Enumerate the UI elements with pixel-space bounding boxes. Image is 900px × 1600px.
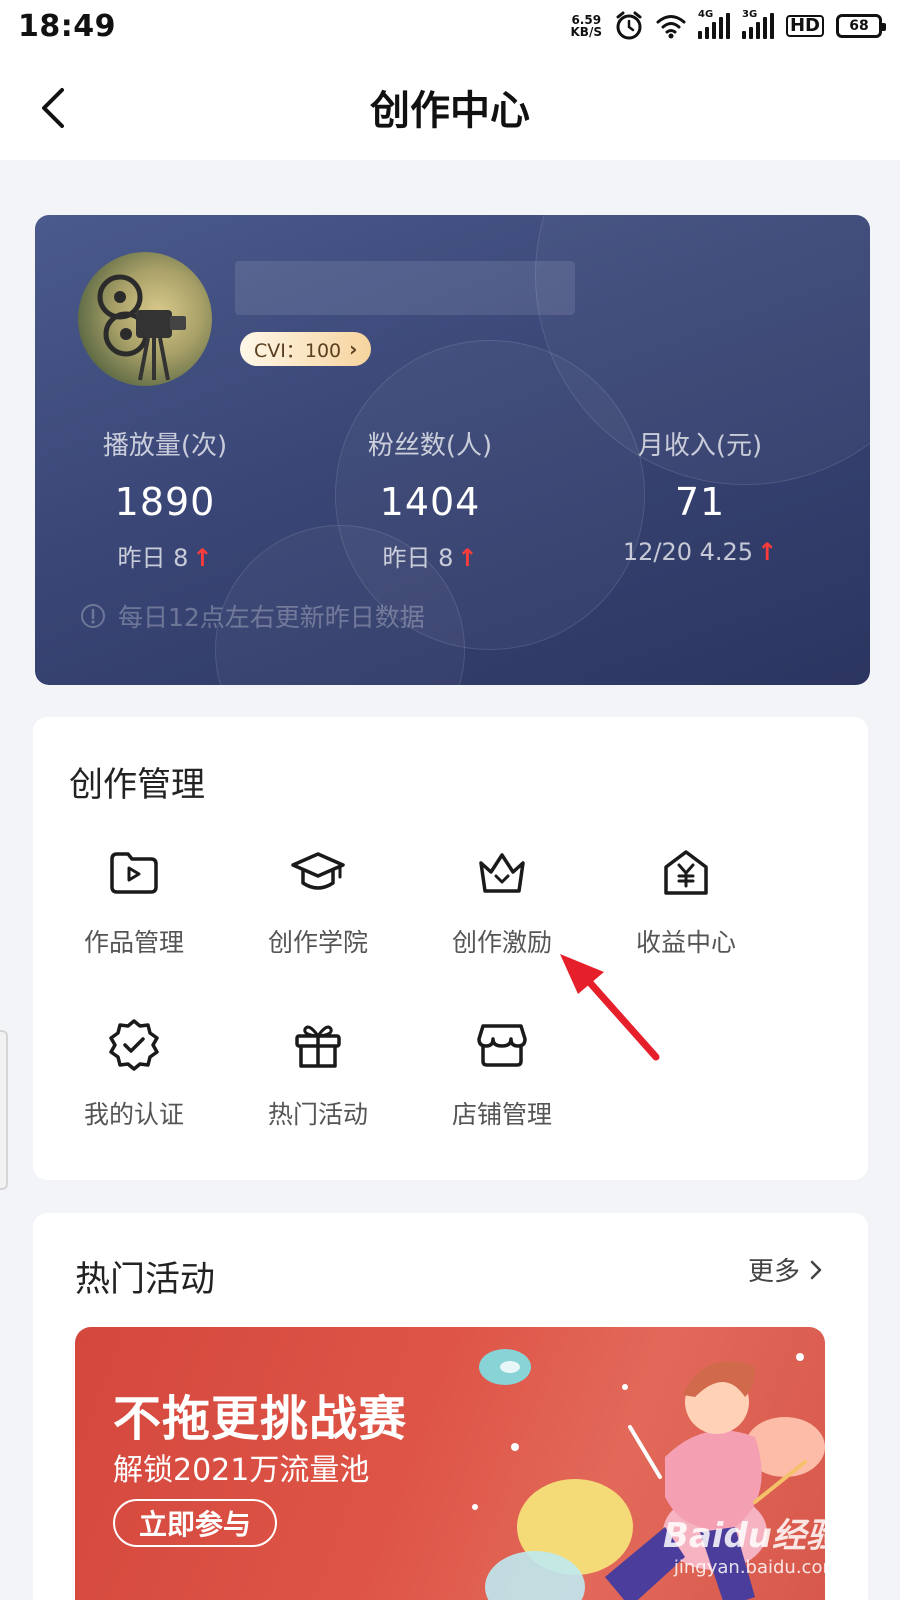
signal-3g-icon: 3G	[741, 9, 774, 39]
grid-item-label: 我的认证	[83, 1100, 184, 1129]
update-note-text: 每日12点左右更新昨日数据	[118, 603, 425, 632]
grid-item-hot-activities[interactable]: 热门活动	[223, 1017, 413, 1131]
battery-icon: 68	[836, 14, 886, 38]
stat-plays[interactable]: 播放量(次) 1890 昨日 8 ↑	[40, 425, 290, 573]
up-arrow-icon: ↑	[757, 538, 778, 566]
crown-icon	[479, 853, 525, 893]
video-folder-icon	[110, 852, 158, 894]
grid-item-creator-incentive[interactable]: 创作激励	[407, 845, 597, 959]
stat-label: 月收入(元)	[637, 431, 763, 461]
join-now-button[interactable]: 立即参与	[113, 1499, 278, 1547]
stat-value: 1890	[114, 480, 216, 524]
avatar[interactable]	[78, 252, 212, 386]
banner-subtitle: 解锁2021万流量池	[113, 1453, 370, 1488]
gift-icon	[295, 1025, 341, 1068]
grid-item-label: 创作学院	[267, 928, 368, 957]
signal-4g-tag: 4G	[697, 9, 714, 20]
wifi-icon	[656, 15, 686, 39]
stat-label: 粉丝数(人)	[367, 431, 493, 461]
stat-value: 71	[674, 480, 726, 524]
side-drawer-handle[interactable]	[0, 1030, 8, 1190]
section-title: 热门活动	[75, 1260, 216, 1300]
stat-followers[interactable]: 粉丝数(人) 1404 昨日 8 ↑	[305, 425, 555, 573]
hd-icon: HD	[785, 15, 824, 37]
watermark-url: jingyan.baidu.com	[673, 1557, 840, 1578]
stat-income[interactable]: 月收入(元) 71 12/20 4.25 ↑	[575, 425, 825, 566]
page-title: 创作中心	[370, 88, 530, 134]
status-bar: 18:49 6.59 KB/S 4G 3G HD 68	[0, 0, 900, 52]
watermark: Baidu经验 jingyan.baidu.com	[663, 1508, 840, 1578]
username-placeholder	[235, 261, 575, 315]
up-arrow-icon: ↑	[457, 544, 478, 572]
grid-item-label: 作品管理	[83, 928, 184, 957]
cvi-badge[interactable]: CVI：100 ›	[240, 332, 372, 366]
annotation-arrow-icon	[560, 954, 660, 1061]
grid-item-label: 热门活动	[267, 1100, 368, 1129]
battery-level: 68	[849, 18, 869, 34]
status-time: 18:49	[18, 8, 116, 44]
alarm-icon	[616, 11, 642, 40]
grid-item-earnings-center[interactable]: 收益中心	[591, 845, 781, 959]
stat-value: 1404	[379, 480, 481, 524]
graduation-cap-icon	[291, 852, 345, 890]
more-label: 更多	[747, 1257, 800, 1287]
title-bar: 创作中心	[0, 52, 900, 160]
shop-icon	[477, 1024, 527, 1067]
net-speed-unit: KB/S	[570, 25, 602, 39]
status-icons: 6.59 KB/S 4G 3G HD 68	[571, 9, 886, 41]
grid-item-label: 店铺管理	[451, 1100, 552, 1129]
stat-change: 昨日 8 ↑	[117, 544, 213, 572]
banner-title: 不拖更挑战赛	[113, 1391, 408, 1447]
signal-3g-tag: 3G	[741, 9, 758, 20]
stat-change: 昨日 8 ↑	[382, 544, 478, 572]
chevron-right-icon: ›	[349, 337, 358, 361]
projector-icon	[97, 274, 186, 381]
info-icon	[81, 604, 105, 628]
creation-management-card: 创作管理 作品管理 创作学院 创作激励 收益中心 我的认证 热门活动 店铺管理	[33, 717, 868, 1180]
profile-card: CVI：100 › 播放量(次) 1890 昨日 8 ↑ 粉丝数(人) 1404 …	[35, 215, 870, 685]
grid-item-my-verification[interactable]: 我的认证	[39, 1017, 229, 1131]
verified-badge-icon	[109, 1019, 159, 1071]
cvi-label: CVI：100	[254, 339, 342, 362]
chevron-right-icon	[810, 1260, 822, 1279]
update-note: 每日12点左右更新昨日数据	[80, 598, 425, 634]
grid-item-works-management[interactable]: 作品管理	[39, 845, 229, 959]
watermark-logo: Baidu经验	[662, 1516, 840, 1556]
grid-item-creator-academy[interactable]: 创作学院	[223, 845, 413, 959]
more-link[interactable]: 更多	[748, 1251, 824, 1288]
net-speed: 6.59 KB/S	[571, 14, 602, 38]
stat-change: 12/20 4.25 ↑	[622, 538, 778, 566]
stat-label: 播放量(次)	[102, 431, 228, 461]
up-arrow-icon: ↑	[192, 544, 213, 572]
signal-4g-icon: 4G	[697, 9, 730, 39]
yen-house-icon	[664, 850, 708, 895]
section-title: 创作管理	[69, 765, 205, 805]
